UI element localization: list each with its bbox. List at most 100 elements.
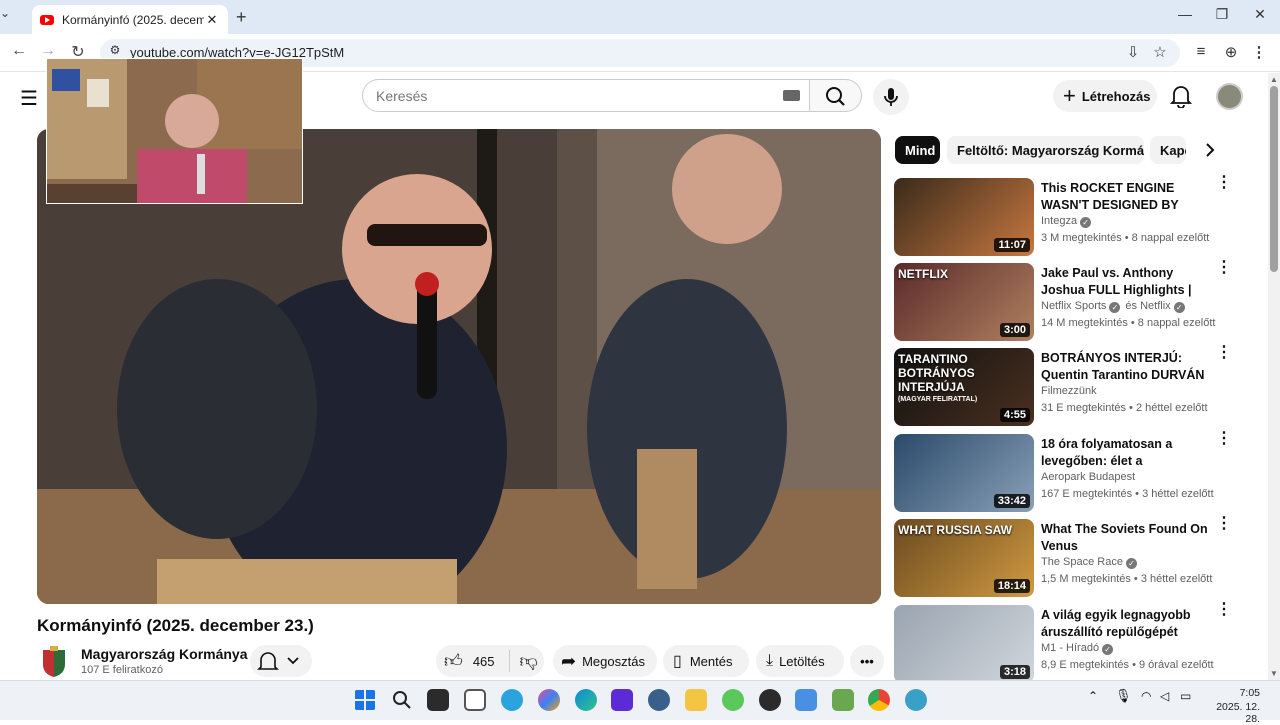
search-input[interactable] — [362, 79, 810, 112]
thumbnail-caption: NETFLIX — [898, 267, 948, 281]
chip-related[interactable]: Kapcsolódó — [1150, 136, 1186, 164]
voice-search-button[interactable] — [873, 79, 909, 115]
recommendation-meta: 31 E megtekintés • 2 héttel ezelőtt — [1041, 402, 1208, 414]
browser-app-icon[interactable] — [905, 689, 927, 711]
tab-close-icon[interactable]: ✕ — [204, 12, 220, 28]
taskbar-search-icon[interactable] — [391, 689, 413, 711]
recommendation-item[interactable]: WHAT RUSSIA SAW 18:14 What The Soviets Fou… — [894, 516, 1254, 599]
media-controls-icon[interactable]: ≡ — [1192, 43, 1210, 61]
video-thumbnail[interactable]: 33:42 — [894, 434, 1034, 512]
recommendation-channel[interactable]: Aeropark Budapest — [1041, 471, 1135, 483]
more-options-icon[interactable]: ⋮ — [1216, 260, 1232, 281]
recommendation-item[interactable]: NETFLIX 3:00 Jake Paul vs. Anthony Joshua … — [894, 260, 1254, 343]
hamburger-menu-icon[interactable]: ☰ — [20, 86, 38, 111]
scrollbar-thumb[interactable] — [1270, 86, 1278, 272]
video-thumbnail[interactable]: TARANTINO BOTRÁNYOS INTERJÚJA (MAGYAR FEL… — [894, 348, 1034, 426]
telegram-icon[interactable] — [501, 689, 523, 711]
close-window-button[interactable]: ✕ — [1246, 6, 1274, 23]
recommendation-channel[interactable]: Netflix Sports ✓ és Netflix ✓ — [1041, 300, 1185, 313]
task-view-icon[interactable] — [427, 689, 449, 711]
channel-logo[interactable] — [40, 646, 68, 678]
scroll-down-arrow-icon[interactable]: ▼ — [1270, 669, 1278, 678]
share-button[interactable]: ➦ Megosztás — [553, 645, 657, 677]
browser-tab-active[interactable]: Kormányinfó (2025. december 23.) ✕ — [32, 5, 228, 34]
recommendation-item[interactable]: 33:42 18 óra folyamatosan a levegőben: él… — [894, 431, 1254, 514]
plus-icon: + — [1063, 83, 1076, 108]
thumbs-down-icon[interactable]: 👎︎ — [520, 650, 538, 672]
recommendation-channel-name: Filmezzünk — [1041, 385, 1097, 397]
search-button[interactable] — [809, 79, 862, 112]
recommendation-item[interactable]: 3:18 A világ egyik legnagyobb áruszállító… — [894, 602, 1254, 685]
video-thumbnail[interactable]: NETFLIX 3:00 — [894, 263, 1034, 341]
recommendation-item[interactable]: TARANTINO BOTRÁNYOS INTERJÚJA (MAGYAR FEL… — [894, 345, 1254, 428]
more-options-icon[interactable]: ⋮ — [1216, 431, 1232, 452]
recommendation-title[interactable]: A világ egyik legnagyobb áruszállító rep… — [1041, 607, 1209, 641]
extensions-globe-icon[interactable]: ⊕ — [1222, 43, 1240, 61]
recommendation-title[interactable]: BOTRÁNYOS INTERJÚ: Quentin Tarantino DUR… — [1041, 350, 1209, 384]
recommendation-title[interactable]: 18 óra folyamatosan a levegőben: élet a … — [1041, 436, 1209, 470]
maximize-button[interactable]: ❐ — [1208, 6, 1236, 23]
video-duration: 4:55 — [999, 408, 1030, 422]
tray-chevron-icon[interactable]: ⌃ — [1088, 689, 1098, 703]
verified-check-icon: ✓ — [1102, 644, 1114, 655]
verified-check-icon: ✓ — [1125, 558, 1137, 569]
download-button[interactable]: ⤓ Letöltés — [756, 645, 844, 677]
copilot-icon[interactable] — [538, 689, 560, 711]
battery-icon[interactable]: ▭ — [1180, 689, 1191, 703]
keyboard-icon[interactable] — [783, 90, 800, 101]
subscription-bell-button[interactable] — [250, 645, 312, 677]
thumbs-up-icon[interactable]: 👍︎ — [444, 650, 463, 672]
obs-icon[interactable] — [759, 689, 781, 711]
save-button[interactable]: ▯ Mentés — [663, 645, 749, 677]
more-actions-button[interactable]: ••• — [850, 645, 884, 677]
video-thumbnail[interactable]: 11:07 — [894, 178, 1034, 256]
browser-menu-icon[interactable]: ⋮ — [1250, 43, 1268, 61]
recommendation-channel[interactable]: Integza ✓ — [1041, 215, 1092, 228]
recommendation-channel[interactable]: The Space Race ✓ — [1041, 556, 1137, 569]
notifications-bell-icon[interactable] — [1170, 84, 1192, 108]
recommendation-title[interactable]: This ROCKET ENGINE WASN'T DESIGNED BY HU… — [1041, 180, 1209, 214]
minimize-button[interactable]: — — [1171, 6, 1199, 22]
tray-mic-icon[interactable]: 🎙︎ — [1115, 688, 1132, 704]
notes-icon[interactable] — [795, 689, 817, 711]
bookmark-star-icon[interactable]: ☆ — [1151, 43, 1169, 61]
like-count[interactable]: 465 — [473, 654, 495, 669]
recommendation-item[interactable]: 11:07 This ROCKET ENGINE WASN'T DESIGNED … — [894, 175, 1254, 258]
chips-next-chevron-icon[interactable] — [1200, 140, 1220, 160]
file-explorer-icon[interactable] — [685, 689, 707, 711]
recommendation-title[interactable]: What The Soviets Found On Venus — [1041, 521, 1209, 555]
tab-search-icon[interactable]: ⌄ — [0, 6, 10, 20]
chip-uploader[interactable]: Feltöltő: Magyarország Kormánya — [947, 136, 1144, 164]
install-app-icon[interactable]: ⇩ — [1124, 43, 1142, 61]
chrome-icon[interactable] — [868, 689, 890, 711]
new-tab-button[interactable]: + — [236, 7, 247, 28]
scroll-up-arrow-icon[interactable]: ▲ — [1270, 75, 1278, 84]
clock-date[interactable]: 2025. 12. 28. — [1200, 701, 1260, 725]
notepad-icon[interactable] — [464, 689, 486, 711]
recommendation-title[interactable]: Jake Paul vs. Anthony Joshua FULL Highli… — [1041, 265, 1209, 299]
more-options-icon[interactable]: ⋮ — [1216, 516, 1232, 537]
recommendation-channel[interactable]: Filmezzünk — [1041, 385, 1097, 397]
video-thumbnail[interactable]: 3:18 — [894, 605, 1034, 683]
recommendation-channel[interactable]: M1 - Híradó ✓ — [1041, 642, 1114, 655]
more-options-icon[interactable]: ⋮ — [1216, 602, 1232, 623]
chip-all[interactable]: Mind — [895, 136, 940, 164]
wifi-icon[interactable]: ◠ — [1141, 689, 1151, 703]
clock-time[interactable]: 7:05 — [1216, 687, 1260, 699]
chart-app-icon[interactable] — [832, 689, 854, 711]
edge-icon[interactable] — [575, 689, 597, 711]
create-button[interactable]: + Létrehozás — [1053, 80, 1157, 112]
recommendation-channel-name: M1 - Híradó — [1041, 642, 1100, 654]
windows-start-icon[interactable] — [354, 689, 376, 711]
media-player-icon[interactable] — [611, 689, 633, 711]
more-options-icon[interactable]: ⋮ — [1216, 175, 1232, 196]
account-avatar[interactable] — [1216, 83, 1243, 110]
video-thumbnail[interactable]: WHAT RUSSIA SAW 18:14 — [894, 519, 1034, 597]
globe-app-icon[interactable] — [648, 689, 670, 711]
volume-icon[interactable]: ◁ — [1160, 689, 1169, 703]
more-options-icon[interactable]: ⋮ — [1216, 345, 1232, 366]
search-icon — [826, 87, 845, 106]
back-arrow-icon[interactable]: ← — [9, 42, 29, 60]
line-app-icon[interactable] — [722, 689, 744, 711]
channel-name[interactable]: Magyarország Kormánya — [81, 646, 248, 662]
